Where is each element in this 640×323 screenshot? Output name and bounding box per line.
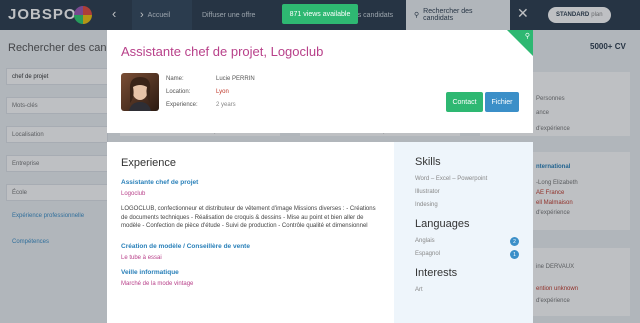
skills-section-title: Skills	[415, 156, 441, 168]
avatar	[121, 73, 159, 111]
views-available-toast: 871 views available	[282, 4, 358, 24]
candidate-modal-body: Experience Assistante chef de projet Log…	[107, 142, 533, 323]
job-title: Veille informatique	[121, 268, 179, 276]
interest-item: Art	[415, 287, 423, 293]
language-name: Anglais	[415, 238, 435, 244]
experience-section-title: Experience	[121, 157, 177, 169]
interests-section-title: Interests	[415, 267, 458, 279]
language-level-badge: 2	[510, 237, 519, 246]
job-company: Logoclub	[121, 191, 146, 197]
language-item: Espagnol 1	[415, 250, 519, 259]
location-label: Location:	[166, 89, 191, 95]
languages-section-title: Languages	[415, 218, 470, 230]
candidate-experience: 2 years	[216, 102, 236, 108]
job-title: Création de modèle / Conseillère de vent…	[121, 242, 250, 250]
experience-label: Experience:	[166, 102, 198, 108]
skill-item: Indesing	[415, 202, 438, 208]
candidate-title: Assistante chef de projet, Logoclub	[121, 44, 324, 59]
candidate-location: Lyon	[216, 89, 229, 95]
skill-item: Word – Excel – Powerpoint	[415, 176, 488, 182]
language-item: Anglais 2	[415, 237, 519, 246]
candidate-name: Lucie PERRIN	[216, 76, 255, 82]
search-icon: ⚲	[524, 33, 530, 40]
language-name: Espagnol	[415, 251, 441, 257]
contact-button[interactable]: Contact	[446, 92, 483, 112]
job-company: Le tube à essai	[121, 254, 162, 261]
experience-column: Experience Assistante chef de projet Log…	[107, 142, 394, 323]
job-title: Assistante chef de projet	[121, 179, 199, 186]
candidate-modal-header: ⚲ Assistante chef de projet, Logoclub Na…	[107, 30, 533, 133]
name-label: Name:	[166, 76, 184, 82]
avatar-portrait-icon	[129, 77, 151, 111]
language-level-badge: 1	[510, 250, 519, 259]
fichier-button[interactable]: Fichier	[485, 92, 519, 112]
skill-item: Illustrator	[415, 189, 440, 195]
profile-sidebar: Skills Word – Excel – Powerpoint Illustr…	[394, 142, 533, 323]
job-description: LOGOCLUB, confectionneur et distributeur…	[121, 206, 376, 230]
job-company: Marché de la mode vintage	[121, 280, 194, 287]
